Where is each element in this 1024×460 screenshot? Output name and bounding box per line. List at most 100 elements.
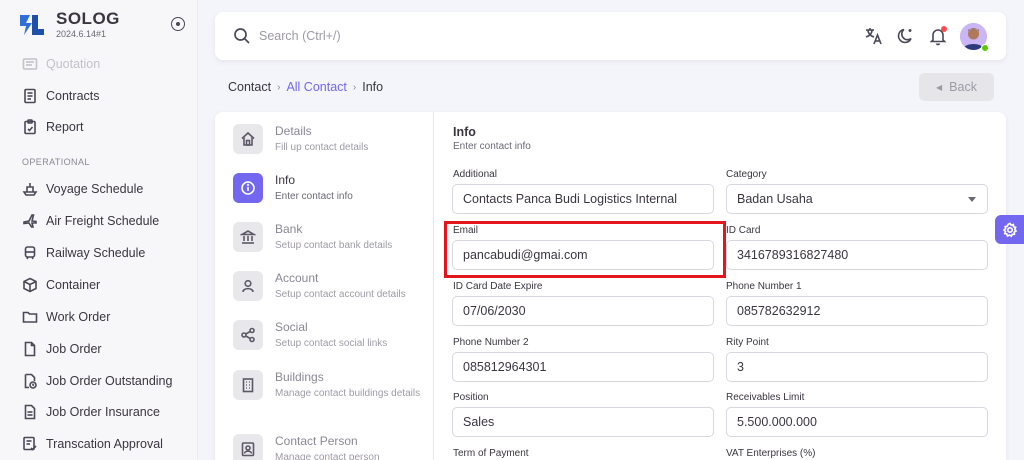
sidebar-section-operational: OPERATIONAL bbox=[22, 157, 90, 167]
moon-icon bbox=[897, 28, 912, 44]
search-icon[interactable] bbox=[233, 27, 251, 45]
search-input[interactable] bbox=[259, 24, 559, 48]
plane-icon bbox=[23, 214, 37, 228]
sidebar-item-container[interactable]: Container bbox=[0, 270, 197, 300]
step-buildings[interactable]: Buildings Manage contact buildings detai… bbox=[233, 370, 433, 414]
category-select[interactable]: Badan Usaha bbox=[726, 184, 988, 214]
receivables-label: Receivables Limit bbox=[726, 392, 805, 403]
breadcrumb: Contact › All Contact › Info bbox=[228, 80, 383, 94]
sidebar-item-contracts[interactable]: Contracts bbox=[0, 81, 197, 111]
sidebar-item-job-order-insurance[interactable]: Job Order Insurance bbox=[0, 397, 197, 427]
id-card-field[interactable]: 3416789316827480 bbox=[726, 240, 988, 270]
step-badge bbox=[233, 370, 263, 400]
step-social[interactable]: Social Setup contact social links bbox=[233, 320, 433, 364]
breadcrumb-root[interactable]: Contact bbox=[228, 80, 271, 94]
step-badge bbox=[233, 173, 263, 203]
breadcrumb-current: Info bbox=[362, 80, 384, 94]
step-title: Buildings bbox=[275, 370, 324, 384]
folder-icon bbox=[22, 311, 38, 323]
phone2-field[interactable]: 085812964301 bbox=[452, 352, 714, 382]
sidebar-item-job-order-outstanding[interactable]: Job Order Outstanding bbox=[0, 366, 197, 396]
form-title: Info bbox=[453, 125, 476, 139]
sidebar-item-quotation[interactable]: Quotation bbox=[0, 49, 197, 79]
category-label: Category bbox=[726, 169, 767, 180]
id-card-value: 3416789316827480 bbox=[737, 248, 849, 262]
step-bank[interactable]: Bank Setup contact bank details bbox=[233, 222, 433, 266]
breadcrumb-separator-icon: › bbox=[277, 81, 281, 93]
step-contact-person[interactable]: Contact Person Manage contact person bbox=[233, 434, 433, 460]
notifications-button[interactable] bbox=[928, 26, 948, 46]
home-icon bbox=[241, 131, 255, 146]
translate-icon bbox=[865, 28, 882, 45]
position-field[interactable]: Sales bbox=[452, 407, 714, 437]
step-subtitle: Setup contact social links bbox=[275, 338, 388, 349]
step-badge bbox=[233, 222, 263, 252]
rity-field[interactable]: 3 bbox=[726, 352, 988, 382]
step-account[interactable]: Account Setup contact account details bbox=[233, 271, 433, 315]
ship-icon bbox=[22, 183, 38, 196]
sidebar-item-job-order[interactable]: Job Order bbox=[0, 334, 197, 364]
step-badge bbox=[233, 320, 263, 350]
phone1-value: 085782632912 bbox=[737, 304, 821, 318]
notification-dot bbox=[941, 26, 947, 32]
id-expire-field[interactable]: 07/06/2030 bbox=[452, 296, 714, 326]
sidebar-item-label: Container bbox=[46, 278, 101, 292]
step-info[interactable]: Info Enter contact info bbox=[233, 173, 433, 217]
sidebar-toggle-icon[interactable] bbox=[171, 17, 185, 31]
sidebar-item-railway-schedule[interactable]: Railway Schedule bbox=[0, 238, 197, 268]
solog-logo-icon bbox=[20, 15, 44, 35]
step-title: Info bbox=[275, 173, 296, 187]
rity-label: Rity Point bbox=[726, 337, 769, 348]
rity-value: 3 bbox=[737, 360, 744, 374]
step-title: Details bbox=[275, 124, 312, 138]
settings-button[interactable] bbox=[995, 215, 1024, 244]
info-icon bbox=[241, 181, 255, 195]
sidebar-item-voyage-schedule[interactable]: Voyage Schedule bbox=[0, 174, 197, 204]
user-icon bbox=[242, 279, 254, 293]
building-icon bbox=[242, 378, 254, 393]
receivables-field[interactable]: 5.500.000.000 bbox=[726, 407, 988, 437]
sidebar-item-label: Contracts bbox=[46, 89, 100, 103]
sidebar-item-label: Job Order bbox=[46, 342, 102, 356]
back-button[interactable]: ◀ Back bbox=[919, 73, 994, 101]
step-subtitle: Setup contact account details bbox=[275, 289, 406, 300]
step-badge bbox=[233, 271, 263, 301]
phone1-field[interactable]: 085782632912 bbox=[726, 296, 988, 326]
email-label: Email bbox=[453, 225, 479, 236]
file-text-icon bbox=[24, 404, 36, 420]
step-title: Account bbox=[275, 271, 319, 285]
email-field[interactable]: pancabudi@gmai.com bbox=[452, 240, 714, 270]
chevron-down-icon bbox=[968, 197, 976, 202]
step-badge bbox=[233, 434, 263, 460]
back-button-label: Back bbox=[949, 80, 977, 94]
term-label: Term of Payment bbox=[453, 448, 529, 459]
sidebar-item-transcation-approval[interactable]: Transcation Approval bbox=[0, 429, 197, 459]
online-status-dot bbox=[981, 44, 989, 52]
receivables-value: 5.500.000.000 bbox=[737, 415, 817, 429]
translate-button[interactable] bbox=[864, 26, 884, 46]
step-subtitle: Enter contact info bbox=[275, 191, 353, 202]
brand[interactable]: SOLOG 2024.6.14#1 bbox=[0, 0, 197, 50]
top-bar bbox=[215, 12, 1006, 60]
stepper: Details Fill up contact details Info Ent… bbox=[215, 112, 434, 460]
breadcrumb-all-contact-link[interactable]: All Contact bbox=[286, 80, 346, 94]
theme-toggle-button[interactable] bbox=[896, 26, 916, 46]
sidebar-item-label: Air Freight Schedule bbox=[46, 214, 160, 228]
step-details[interactable]: Details Fill up contact details bbox=[233, 124, 433, 168]
position-label: Position bbox=[453, 392, 489, 403]
step-subtitle: Manage contact buildings details bbox=[275, 388, 421, 399]
additional-field[interactable]: Contacts Panca Budi Logistics Internal bbox=[452, 184, 714, 214]
gear-icon bbox=[1002, 221, 1017, 237]
file-icon bbox=[24, 341, 36, 357]
contact-person-icon bbox=[241, 442, 255, 457]
sidebar-item-report[interactable]: Report bbox=[0, 112, 197, 142]
report-icon bbox=[24, 119, 36, 135]
train-icon bbox=[24, 246, 36, 260]
step-subtitle: Manage contact person bbox=[275, 452, 380, 460]
sidebar-item-work-order[interactable]: Work Order bbox=[0, 302, 197, 332]
phone2-value: 085812964301 bbox=[463, 360, 547, 374]
sidebar: SOLOG 2024.6.14#1 Quotation Contracts Re… bbox=[0, 0, 198, 460]
form-subtitle: Enter contact info bbox=[453, 141, 531, 152]
sidebar-item-air-freight-schedule[interactable]: Air Freight Schedule bbox=[0, 206, 197, 236]
additional-label: Additional bbox=[453, 169, 497, 180]
